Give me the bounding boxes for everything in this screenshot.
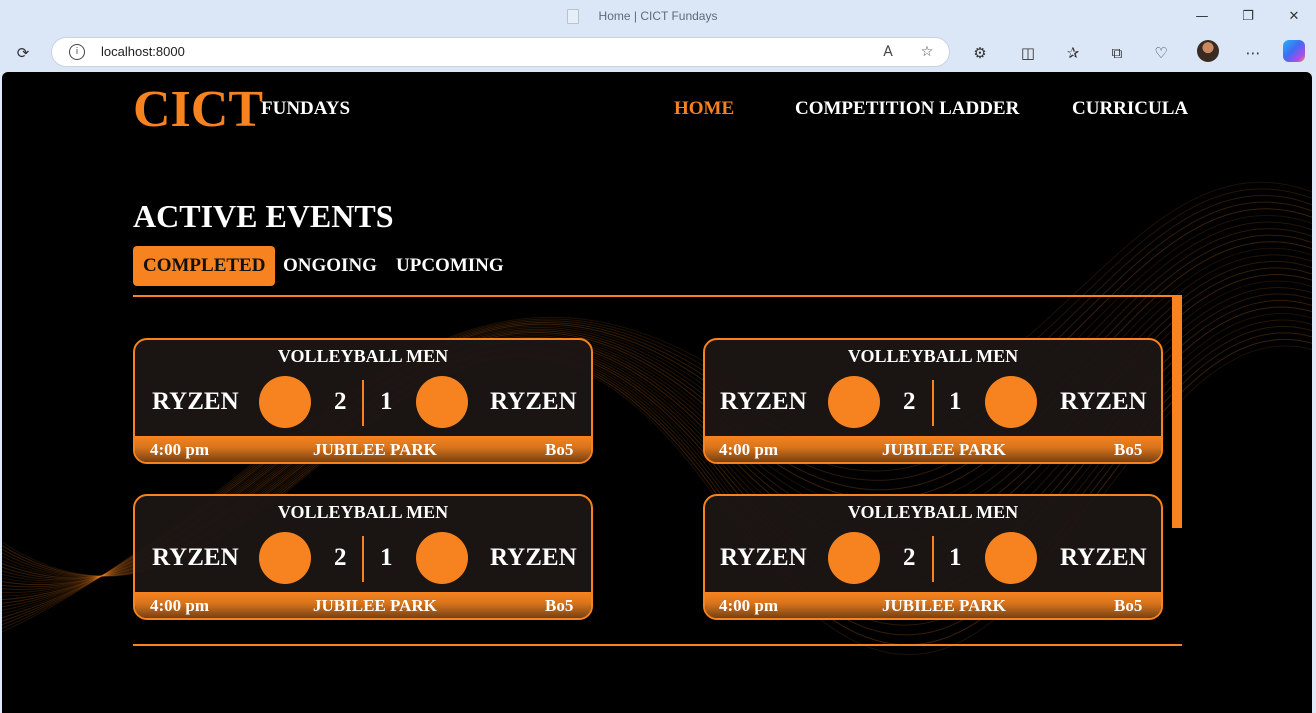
score-a: 2	[903, 388, 916, 415]
event-venue: JUBILEE PARK	[313, 596, 437, 615]
team-a-name: RYZEN	[152, 544, 239, 571]
team-a-logo	[259, 376, 311, 428]
tab-upcoming[interactable]: UPCOMING	[396, 246, 504, 286]
logo-cict[interactable]: CICT	[133, 80, 263, 139]
event-footer: 4:00 pm JUBILEE PARK Bo5	[705, 436, 1161, 462]
minimize-icon[interactable]: —	[1179, 4, 1225, 30]
score-a: 2	[334, 388, 347, 415]
event-title: VOLLEYBALL MEN	[277, 502, 449, 522]
team-a-logo	[828, 532, 880, 584]
event-footer: 4:00 pm JUBILEE PARK Bo5	[135, 436, 591, 462]
event-time: 4:00 pm	[150, 440, 210, 459]
score-divider	[932, 380, 934, 426]
event-title: VOLLEYBALL MEN	[277, 346, 449, 366]
event-format: Bo5	[1114, 596, 1143, 615]
score-b: 1	[949, 544, 962, 571]
event-format: Bo5	[545, 596, 574, 615]
event-venue: JUBILEE PARK	[313, 440, 437, 459]
event-format: Bo5	[545, 440, 574, 459]
event-footer: 4:00 pm JUBILEE PARK Bo5	[705, 592, 1161, 618]
team-b-logo	[985, 376, 1037, 428]
team-b-name: RYZEN	[490, 544, 577, 571]
event-time: 4:00 pm	[719, 440, 779, 459]
events-scrollbar[interactable]	[1172, 296, 1182, 528]
nav-competition-ladder[interactable]: COMPETITION LADDER	[795, 98, 1019, 120]
top-divider	[133, 295, 1182, 297]
favorites-icon[interactable]: ✰	[1059, 39, 1087, 67]
event-footer: 4:00 pm JUBILEE PARK Bo5	[135, 592, 591, 618]
browser-titlebar: Home | CICT Fundays — ❐ ✕	[0, 0, 1316, 34]
nav-curricula[interactable]: CURRICULA	[1072, 98, 1188, 120]
event-card[interactable]: VOLLEYBALL MEN RYZEN 2 1 RYZEN 4:00 pm J…	[133, 338, 593, 464]
more-icon[interactable]: ⋯	[1239, 39, 1267, 67]
event-title: VOLLEYBALL MEN	[847, 502, 1019, 522]
score-divider	[932, 536, 934, 582]
score-divider	[362, 380, 364, 426]
copilot-icon[interactable]	[1283, 40, 1305, 62]
team-b-name: RYZEN	[490, 388, 577, 415]
address-bar[interactable]: i localhost:8000 A ☆	[51, 37, 950, 67]
team-b-logo	[416, 376, 468, 428]
address-url[interactable]: localhost:8000	[101, 44, 185, 59]
team-a-logo	[259, 532, 311, 584]
team-a-logo	[828, 376, 880, 428]
team-a-name: RYZEN	[720, 388, 807, 415]
event-time: 4:00 pm	[150, 596, 210, 615]
read-aloud-icon[interactable]: A	[878, 42, 898, 62]
team-b-logo	[985, 532, 1037, 584]
page-viewport: CICT FUNDAYS HOME COMPETITION LADDER CUR…	[2, 72, 1312, 713]
bottom-divider	[133, 644, 1182, 646]
event-time: 4:00 pm	[719, 596, 779, 615]
event-card[interactable]: VOLLEYBALL MEN RYZEN 2 1 RYZEN 4:00 pm J…	[703, 494, 1163, 620]
team-b-logo	[416, 532, 468, 584]
score-a: 2	[334, 544, 347, 571]
team-a-name: RYZEN	[720, 544, 807, 571]
close-icon[interactable]: ✕	[1271, 4, 1316, 30]
event-format: Bo5	[1114, 440, 1143, 459]
profile-avatar[interactable]	[1197, 40, 1219, 62]
favorite-star-icon[interactable]: ☆	[917, 42, 937, 62]
event-venue: JUBILEE PARK	[882, 440, 1006, 459]
team-a-name: RYZEN	[152, 388, 239, 415]
score-b: 1	[380, 544, 393, 571]
split-screen-icon[interactable]: ◫	[1014, 39, 1042, 67]
team-b-name: RYZEN	[1060, 544, 1147, 571]
nav-home[interactable]: HOME	[674, 98, 734, 120]
restore-icon[interactable]: ❐	[1225, 4, 1271, 30]
extensions-icon[interactable]: ⚙	[966, 39, 994, 67]
event-title: VOLLEYBALL MEN	[847, 346, 1019, 366]
score-a: 2	[903, 544, 916, 571]
event-card[interactable]: VOLLEYBALL MEN RYZEN 2 1 RYZEN 4:00 pm J…	[133, 494, 593, 620]
browser-essentials-icon[interactable]: ♡	[1147, 39, 1175, 67]
score-b: 1	[949, 388, 962, 415]
window-title: Home | CICT Fundays	[598, 9, 718, 23]
info-icon[interactable]: i	[69, 44, 85, 60]
event-venue: JUBILEE PARK	[882, 596, 1006, 615]
score-b: 1	[380, 388, 393, 415]
event-card[interactable]: VOLLEYBALL MEN RYZEN 2 1 RYZEN 4:00 pm J…	[703, 338, 1163, 464]
tab-ongoing[interactable]: ONGOING	[283, 246, 377, 286]
team-b-name: RYZEN	[1060, 388, 1147, 415]
collections-icon[interactable]: ⧉	[1103, 39, 1131, 67]
refresh-icon[interactable]: ⟳	[9, 39, 37, 67]
score-divider	[362, 536, 364, 582]
section-title: ACTIVE EVENTS	[133, 198, 394, 234]
logo-fundays[interactable]: FUNDAYS	[261, 98, 350, 120]
browser-toolbar: ⟳ i localhost:8000 A ☆ ⚙ ◫ ✰ ⧉ ♡ ⋯	[0, 34, 1316, 72]
tab-completed[interactable]: COMPLETED	[133, 246, 276, 286]
